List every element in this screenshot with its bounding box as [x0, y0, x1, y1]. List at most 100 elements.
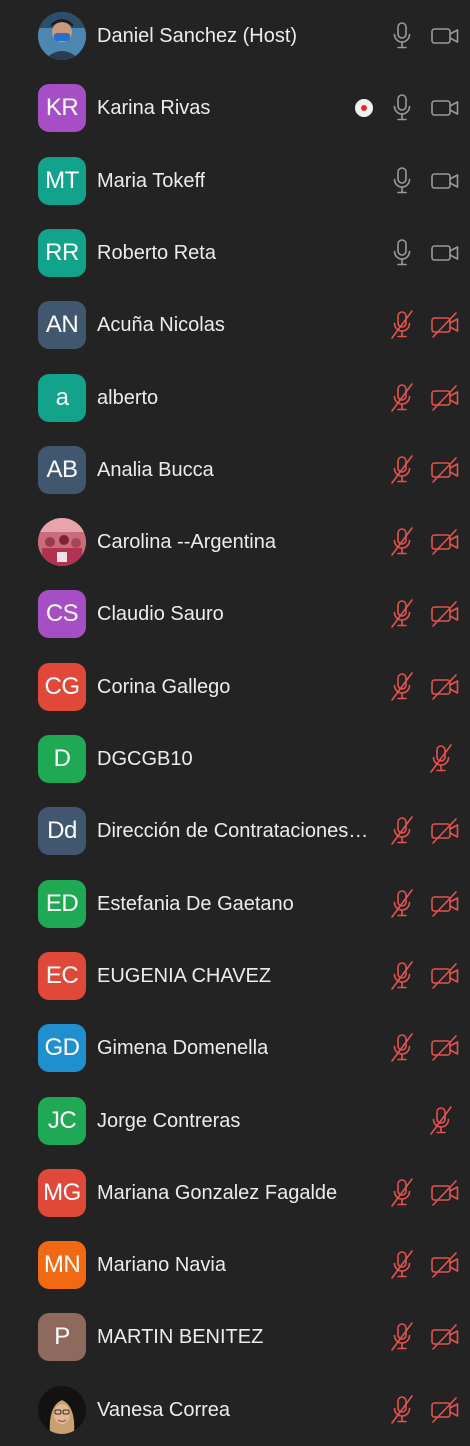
- participant-row[interactable]: AN Acuña Nicolas: [0, 289, 470, 361]
- participant-name: Dirección de Contrataciones…: [97, 820, 369, 843]
- participant-name: Mariana Gonzalez Fagalde: [97, 1181, 338, 1204]
- participant-row[interactable]: a alberto: [0, 362, 470, 434]
- microphone-muted-icon[interactable]: [389, 309, 415, 341]
- microphone-icon[interactable]: [389, 165, 415, 197]
- video-camera-icon[interactable]: [430, 20, 460, 52]
- microphone-icon[interactable]: [389, 92, 415, 124]
- microphone-muted-icon[interactable]: [389, 960, 415, 992]
- participant-row[interactable]: MT Maria Tokeff: [0, 145, 470, 217]
- participant-row[interactable]: P MARTIN BENITEZ: [0, 1301, 470, 1373]
- microphone-muted-icon[interactable]: [389, 1177, 415, 1209]
- microphone-muted-icon[interactable]: [389, 1394, 415, 1426]
- video-camera-icon[interactable]: [430, 92, 460, 124]
- participant-row[interactable]: JC Jorge Contreras: [0, 1085, 470, 1157]
- video-camera-off-icon[interactable]: [430, 309, 460, 341]
- participant-name: Acuña Nicolas: [97, 314, 225, 337]
- video-camera-off-icon[interactable]: [430, 960, 460, 992]
- microphone-muted-icon[interactable]: [389, 888, 415, 920]
- microphone-muted-icon[interactable]: [389, 1249, 415, 1281]
- video-camera-off-icon[interactable]: [430, 1249, 460, 1281]
- participant-row[interactable]: AB Analia Bucca: [0, 434, 470, 506]
- avatar: [38, 12, 86, 60]
- video-camera-off-icon[interactable]: [430, 1177, 460, 1209]
- video-camera-off-icon[interactable]: [430, 526, 460, 558]
- participant-row[interactable]: KR Karina Rivas: [0, 72, 470, 144]
- avatar: ED: [38, 879, 86, 928]
- participant-row[interactable]: RR Roberto Reta: [0, 217, 470, 289]
- participant-row[interactable]: Daniel Sanchez (Host): [0, 0, 470, 72]
- avatar: RR: [38, 228, 86, 277]
- participant-name: Daniel Sanchez (Host): [97, 25, 298, 47]
- microphone-muted-icon[interactable]: [389, 382, 415, 414]
- participant-row[interactable]: Carolina --Argentina: [0, 506, 470, 578]
- participant-row[interactable]: CS Claudio Sauro: [0, 578, 470, 650]
- avatar: AB: [38, 445, 86, 494]
- participant-row[interactable]: MG Mariana Gonzalez Fagalde: [0, 1157, 470, 1229]
- participant-row[interactable]: Vanesa Correa: [0, 1374, 470, 1446]
- video-camera-off-icon[interactable]: [430, 1321, 460, 1353]
- participant-name: EUGENIA CHAVEZ: [97, 964, 272, 987]
- video-camera-off-icon[interactable]: [430, 1394, 460, 1426]
- avatar: P: [38, 1313, 86, 1362]
- participant-row[interactable]: EC EUGENIA CHAVEZ: [0, 940, 470, 1012]
- recording-icon: [355, 99, 373, 118]
- video-camera-off-icon[interactable]: [430, 598, 460, 630]
- avatar: MN: [38, 1241, 86, 1290]
- video-camera-off-icon[interactable]: [430, 454, 460, 486]
- microphone-icon[interactable]: [389, 237, 415, 269]
- video-camera-off-icon[interactable]: [430, 382, 460, 414]
- participant-name: alberto: [97, 386, 159, 409]
- avatar: AN: [38, 301, 86, 350]
- avatar: MT: [38, 156, 86, 205]
- microphone-muted-icon[interactable]: [389, 1032, 415, 1064]
- microphone-icon[interactable]: [389, 20, 415, 52]
- avatar: a: [38, 373, 86, 422]
- participant-name: Carolina --Argentina: [97, 531, 276, 554]
- participant-row[interactable]: MN Mariano Navia: [0, 1229, 470, 1301]
- microphone-muted-icon[interactable]: [389, 598, 415, 630]
- participant-name: Corina Gallego: [97, 675, 231, 698]
- microphone-muted-icon[interactable]: [389, 1321, 415, 1353]
- participant-name: Vanesa Correa: [97, 1398, 231, 1421]
- participant-name: Analia Bucca: [97, 458, 214, 481]
- participant-row[interactable]: ED Estefania De Gaetano: [0, 868, 470, 940]
- video-camera-off-icon[interactable]: [430, 815, 460, 847]
- microphone-muted-icon[interactable]: [428, 1105, 454, 1137]
- video-camera-off-icon[interactable]: [430, 671, 460, 703]
- participant-name: Jorge Contreras: [97, 1109, 241, 1132]
- participant-row[interactable]: D DGCGB10: [0, 723, 470, 795]
- microphone-muted-icon[interactable]: [389, 815, 415, 847]
- participant-row[interactable]: CG Corina Gallego: [0, 651, 470, 723]
- avatar: [38, 518, 86, 567]
- avatar: CG: [38, 662, 86, 711]
- avatar: D: [38, 735, 86, 783]
- avatar: JC: [38, 1096, 86, 1145]
- participant-name: Karina Rivas: [97, 97, 211, 120]
- participant-row[interactable]: Dd Dirección de Contrataciones…: [0, 795, 470, 867]
- avatar: KR: [38, 84, 86, 133]
- participant-name: Gimena Domenella: [97, 1037, 269, 1060]
- participant-name: Roberto Reta: [97, 241, 216, 264]
- microphone-muted-icon[interactable]: [428, 743, 454, 775]
- participant-row[interactable]: GD Gimena Domenella: [0, 1012, 470, 1084]
- video-camera-off-icon[interactable]: [430, 888, 460, 920]
- participant-name: Claudio Sauro: [97, 603, 224, 626]
- participant-name: Estefania De Gaetano: [97, 892, 294, 915]
- participant-name: DGCGB10: [97, 748, 193, 770]
- participant-list: Daniel Sanchez (Host) KR Karina Rivas MT Mar…: [0, 0, 470, 1440]
- avatar: GD: [38, 1024, 86, 1073]
- avatar: EC: [38, 951, 86, 1000]
- microphone-muted-icon[interactable]: [389, 526, 415, 558]
- avatar: MG: [38, 1168, 86, 1217]
- microphone-muted-icon[interactable]: [389, 454, 415, 486]
- participant-name: MARTIN BENITEZ: [97, 1326, 264, 1349]
- participant-name: Mariano Navia: [97, 1254, 226, 1277]
- video-camera-icon[interactable]: [430, 165, 460, 197]
- microphone-muted-icon[interactable]: [389, 671, 415, 703]
- video-camera-icon[interactable]: [430, 237, 460, 269]
- avatar: Dd: [38, 807, 86, 856]
- participant-name: Maria Tokeff: [97, 169, 206, 192]
- avatar: CS: [38, 590, 86, 639]
- avatar: [38, 1385, 86, 1434]
- video-camera-off-icon[interactable]: [430, 1032, 460, 1064]
